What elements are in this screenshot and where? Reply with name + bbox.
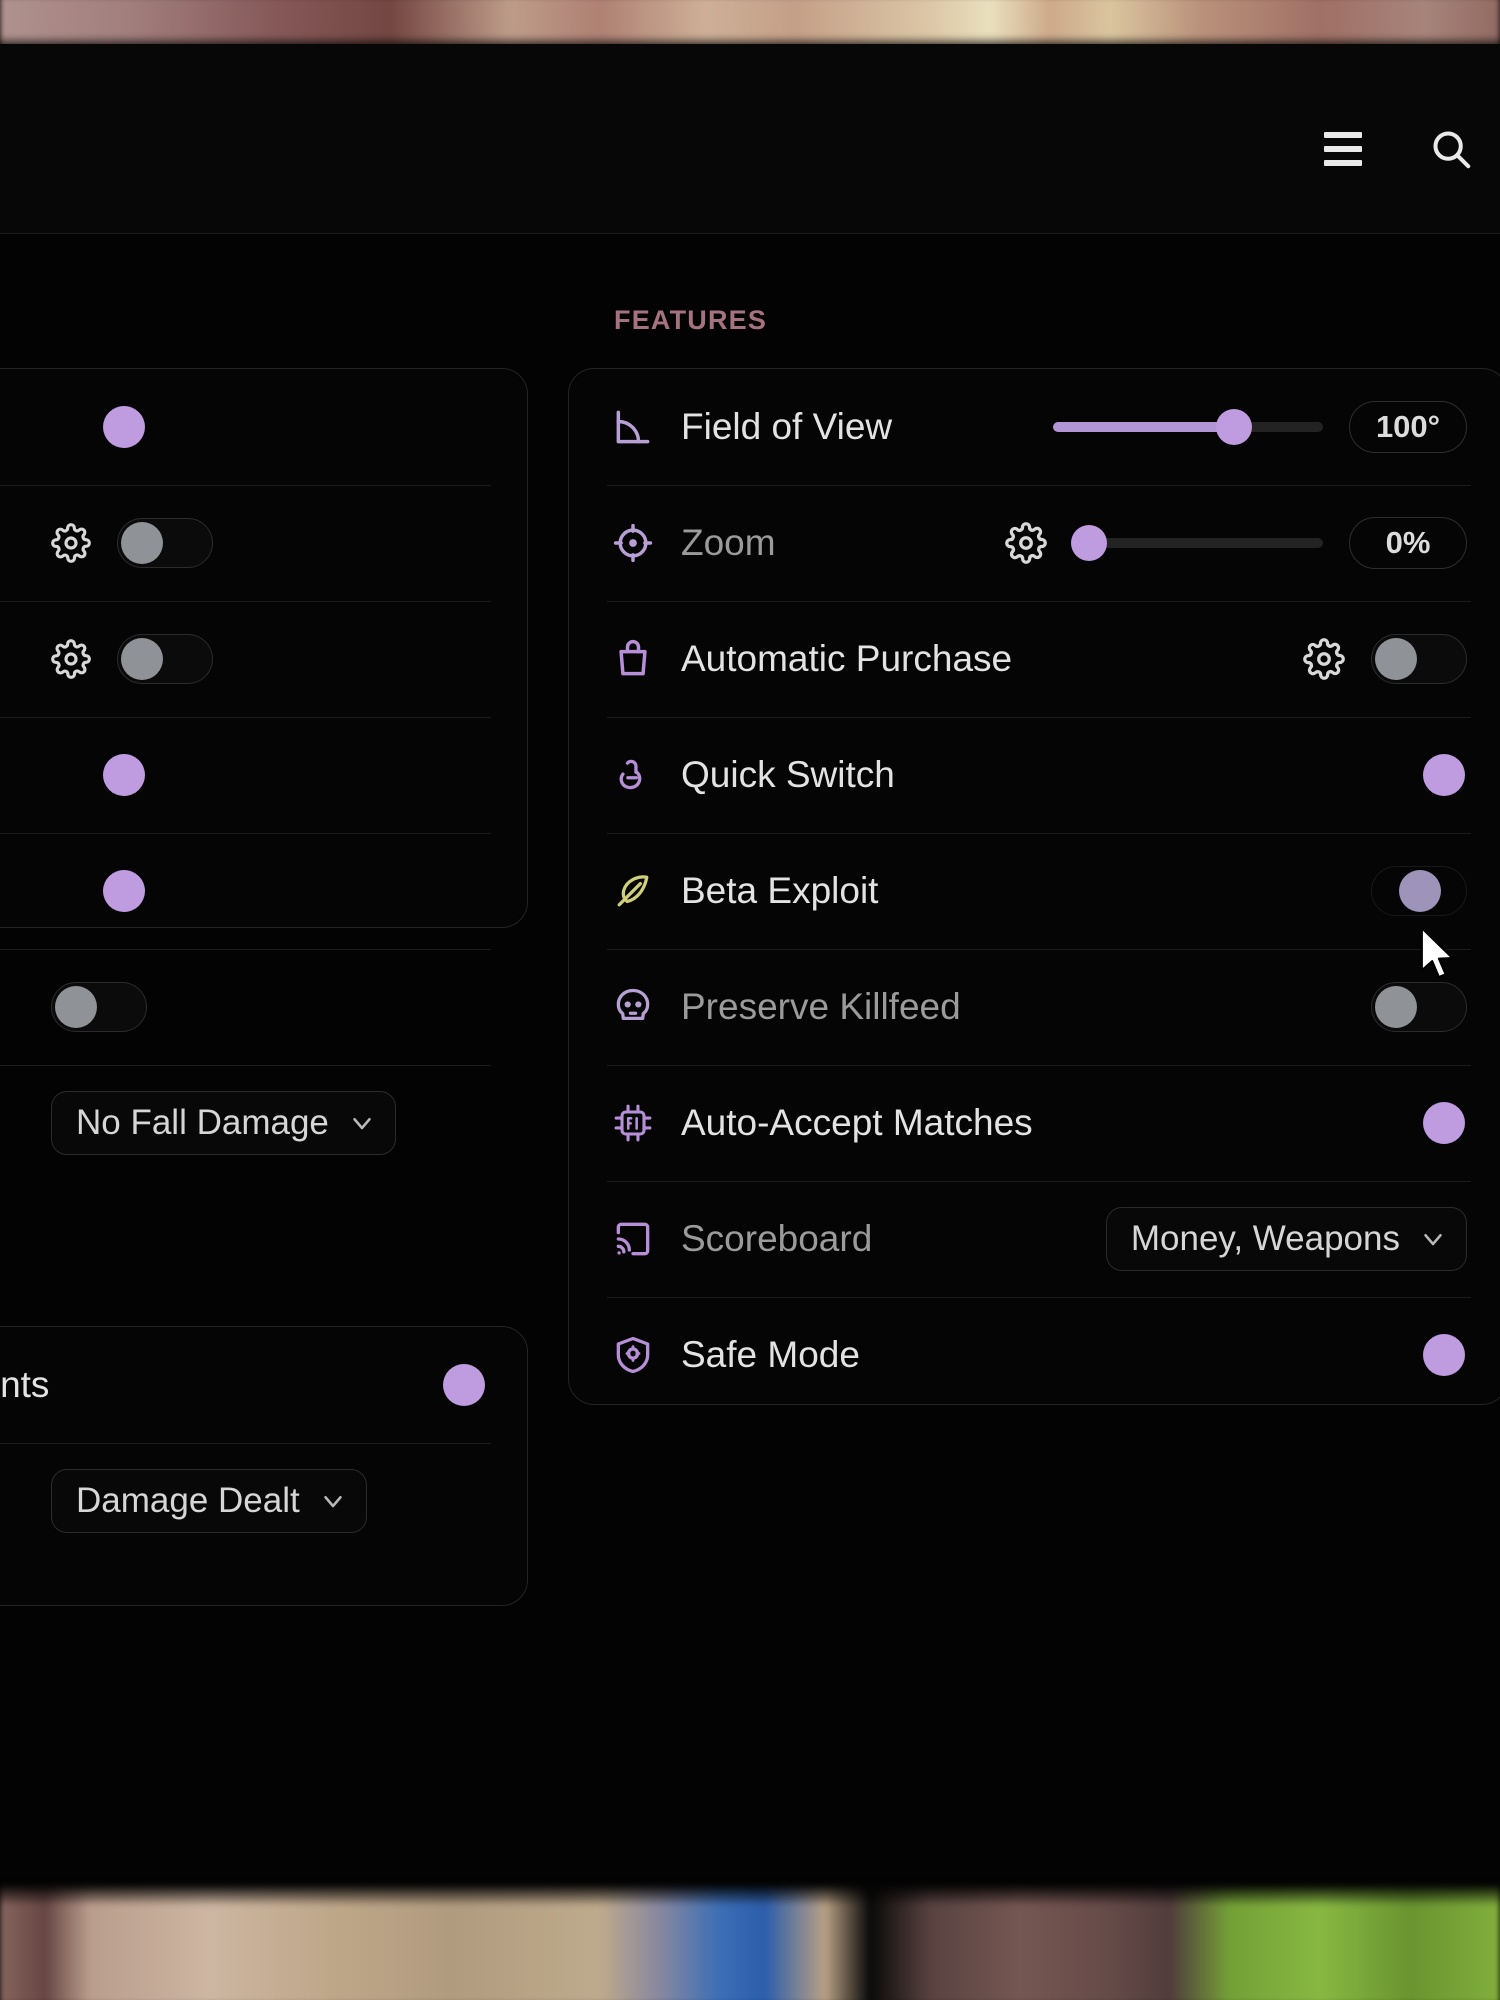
row-controls bbox=[1371, 866, 1467, 916]
auto-accept-matches-toggle[interactable] bbox=[1371, 1098, 1467, 1148]
feature-label: Auto-Accept Matches bbox=[681, 1102, 1033, 1143]
top-bar bbox=[0, 44, 1500, 234]
search-icon[interactable] bbox=[1424, 122, 1478, 176]
left-panel-top: No Fall Damage bbox=[0, 368, 528, 1155]
gear-icon[interactable] bbox=[51, 523, 91, 563]
field-of-view-value: 100° bbox=[1349, 401, 1467, 453]
dropdown-value: Money, Weapons bbox=[1130, 1219, 1400, 1258]
zoom-slider[interactable] bbox=[1071, 525, 1323, 561]
features-section-label: FEATURES bbox=[614, 305, 768, 335]
toggle-switch[interactable] bbox=[51, 866, 147, 916]
row-controls bbox=[1371, 750, 1467, 800]
toggle-switch[interactable] bbox=[51, 982, 147, 1032]
feature-label: Beta Exploit bbox=[681, 870, 879, 911]
row-controls bbox=[51, 518, 213, 568]
toggle-switch[interactable] bbox=[117, 518, 213, 568]
row-controls bbox=[1371, 1098, 1467, 1148]
dropdown-value: No Fall Damage bbox=[76, 1103, 329, 1142]
left-row[interactable] bbox=[0, 485, 527, 601]
gear-icon[interactable] bbox=[1303, 638, 1345, 680]
toggle-switch[interactable] bbox=[51, 750, 147, 800]
scoreboard-dropdown[interactable]: Money, Weapons bbox=[1105, 1207, 1467, 1271]
ai-chip-icon bbox=[607, 1097, 659, 1149]
game-background-top bbox=[0, 0, 1500, 50]
feature-row-automatic-purchase[interactable]: Automatic Purchase bbox=[569, 601, 1500, 717]
left-row[interactable] bbox=[0, 833, 527, 949]
angle-measure-icon bbox=[607, 401, 659, 453]
left-row[interactable]: vents bbox=[0, 1327, 527, 1443]
beta-exploit-toggle[interactable] bbox=[1371, 866, 1467, 916]
dropdown-value: Damage Dealt bbox=[76, 1481, 300, 1520]
row-controls bbox=[1303, 634, 1467, 684]
feature-row-auto-accept-matches[interactable]: Auto-Accept Matches bbox=[569, 1065, 1500, 1181]
feather-icon bbox=[607, 865, 659, 917]
hand-swap-icon bbox=[607, 749, 659, 801]
row-controls bbox=[51, 634, 213, 684]
row-controls bbox=[51, 866, 147, 916]
field-of-view-slider[interactable] bbox=[1053, 409, 1323, 445]
feature-label: Preserve Killfeed bbox=[681, 986, 961, 1027]
row-controls: Damage Dealt bbox=[51, 1469, 367, 1533]
toggle-switch[interactable] bbox=[51, 402, 147, 452]
left-row[interactable]: Damage Dealt bbox=[0, 1443, 527, 1559]
row-controls bbox=[51, 982, 147, 1032]
skull-icon bbox=[607, 981, 659, 1033]
row-controls: 100° bbox=[1053, 401, 1467, 453]
feature-label: Zoom bbox=[681, 522, 776, 563]
preserve-killfeed-toggle[interactable] bbox=[1371, 982, 1467, 1032]
row-controls bbox=[1371, 1330, 1467, 1380]
feature-label: Quick Switch bbox=[681, 754, 895, 795]
shopping-bag-icon bbox=[607, 633, 659, 685]
feature-label: Field of View bbox=[681, 406, 893, 447]
game-background-bottom bbox=[0, 1884, 1500, 2000]
top-bar-actions bbox=[1316, 122, 1478, 176]
left-row[interactable] bbox=[0, 601, 527, 717]
feature-label: Automatic Purchase bbox=[681, 638, 1013, 679]
feature-label: Safe Mode bbox=[681, 1334, 860, 1375]
feature-row-beta-exploit[interactable]: Beta Exploit bbox=[569, 833, 1500, 949]
shield-icon bbox=[607, 1329, 659, 1381]
no-fall-damage-dropdown[interactable]: No Fall Damage bbox=[51, 1091, 396, 1155]
row-controls bbox=[51, 402, 147, 452]
feature-row-zoom[interactable]: Zoom 0% bbox=[569, 485, 1500, 601]
left-row-label: vents bbox=[0, 1364, 50, 1405]
toggle-switch[interactable] bbox=[391, 1360, 487, 1410]
toggle-switch[interactable] bbox=[117, 634, 213, 684]
row-controls: 0% bbox=[1005, 517, 1467, 569]
hamburger-menu-icon[interactable] bbox=[1316, 122, 1370, 176]
row-controls bbox=[391, 1360, 487, 1410]
left-row[interactable] bbox=[0, 949, 527, 1065]
feature-row-safe-mode[interactable]: Safe Mode bbox=[569, 1297, 1500, 1413]
automatic-purchase-toggle[interactable] bbox=[1371, 634, 1467, 684]
row-controls: No Fall Damage bbox=[51, 1091, 396, 1155]
feature-row-quick-switch[interactable]: Quick Switch bbox=[569, 717, 1500, 833]
feature-row-scoreboard[interactable]: Scoreboard Money, Weapons bbox=[569, 1181, 1500, 1297]
app-root: FEATURES No Fall Damage nts Damage Dealt… bbox=[0, 0, 1500, 2000]
damage-dealt-dropdown[interactable]: Damage Dealt bbox=[51, 1469, 367, 1533]
chevron-down-icon bbox=[1418, 1224, 1448, 1254]
zoom-value: 0% bbox=[1349, 517, 1467, 569]
chevron-down-icon bbox=[347, 1108, 377, 1138]
gear-icon[interactable] bbox=[1005, 522, 1047, 564]
safe-mode-toggle[interactable] bbox=[1371, 1330, 1467, 1380]
left-row[interactable] bbox=[0, 717, 527, 833]
row-controls bbox=[1371, 982, 1467, 1032]
gear-icon[interactable] bbox=[51, 639, 91, 679]
crosshair-icon bbox=[607, 517, 659, 569]
cast-screen-icon bbox=[607, 1213, 659, 1265]
left-row[interactable]: No Fall Damage bbox=[0, 1065, 527, 1181]
chevron-down-icon bbox=[318, 1486, 348, 1516]
features-panel: Field of View 100° Zoom 0% Automatic Pur… bbox=[568, 368, 1500, 1405]
row-controls: Money, Weapons bbox=[1105, 1207, 1467, 1271]
feature-row-preserve-killfeed[interactable]: Preserve Killfeed bbox=[569, 949, 1500, 1065]
left-row[interactable] bbox=[0, 369, 527, 485]
row-controls bbox=[51, 750, 147, 800]
feature-label: Scoreboard bbox=[681, 1218, 873, 1259]
left-panel-bottom: vents Damage Dealt bbox=[0, 1326, 528, 1606]
feature-row-field-of-view[interactable]: Field of View 100° bbox=[569, 369, 1500, 485]
quick-switch-toggle[interactable] bbox=[1371, 750, 1467, 800]
